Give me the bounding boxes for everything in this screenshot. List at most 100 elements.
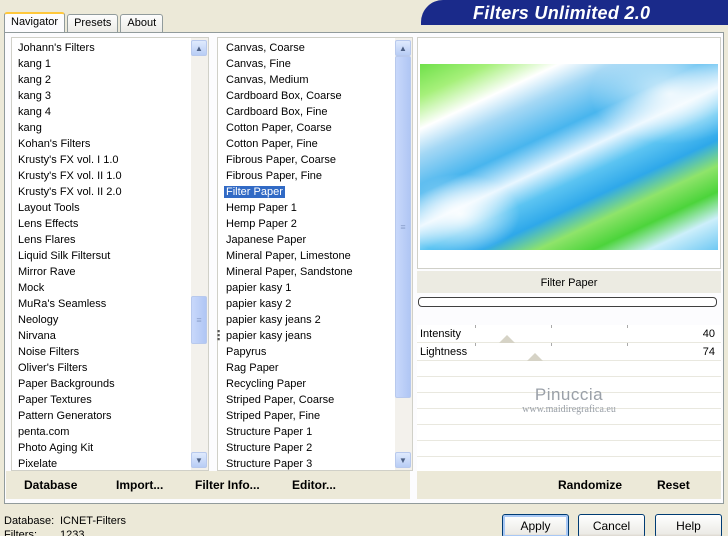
filter-item-label: Recycling Paper [226,378,307,390]
category-list-item[interactable]: Krusty's FX vol. II 2.0 [16,184,122,200]
category-item-label: Noise Filters [18,346,80,358]
filter-list-item[interactable]: Filter Paper [224,184,353,200]
category-item-label: Pattern Generators [18,410,112,422]
category-list-item[interactable]: Oliver's Filters [16,360,122,376]
filter-list-item[interactable]: papier kasy jeans [224,328,353,344]
tab-presets[interactable]: Presets [67,14,119,32]
category-list-item[interactable]: MuRa's Seamless [16,296,122,312]
category-item-label: Paper Textures [18,394,92,406]
filter-list-item[interactable]: Cardboard Box, Coarse [224,88,353,104]
category-list-item[interactable]: Lens Effects [16,216,122,232]
filter-list-item[interactable]: Fibrous Paper, Fine [224,168,353,184]
filter-list-item[interactable]: Cardboard Box, Fine [224,104,353,120]
preview-frame [417,37,721,269]
category-list-item[interactable]: kang 3 [16,88,122,104]
scroll-up-arrow-icon[interactable]: ▲ [191,40,207,56]
filter-list-item[interactable]: papier kasy 2 [224,296,353,312]
slider-intensity[interactable]: Intensity 40 [417,325,721,343]
category-list-item[interactable]: Pixelate [16,456,122,470]
category-scrollbar[interactable]: ▲ ≡ ▼ [191,38,208,470]
category-list-item[interactable]: kang 4 [16,104,122,120]
editor-link[interactable]: Editor... [292,478,336,492]
category-item-label: Photo Aging Kit [18,442,94,454]
filter-item-label: papier kasy 2 [226,298,292,310]
category-list-item[interactable]: Paper Backgrounds [16,376,122,392]
category-list-item[interactable]: Lens Flares [16,232,122,248]
randomize-link[interactable]: Randomize [558,478,622,492]
category-list-item[interactable]: Layout Tools [16,200,122,216]
tab-about[interactable]: About [120,14,164,32]
database-link[interactable]: Database [24,478,77,492]
category-list-item[interactable]: Pattern Generators [16,408,122,424]
category-list-item[interactable]: Noise Filters [16,344,122,360]
scroll-down-arrow-icon[interactable]: ▼ [395,452,411,468]
category-list-item[interactable]: kang 2 [16,72,122,88]
slider-lightness[interactable]: Lightness 74 [417,343,721,361]
category-item-label: penta.com [18,426,70,438]
apply-button[interactable]: Apply [502,514,569,536]
scroll-up-arrow-icon[interactable]: ▲ [395,40,411,56]
category-item-label: Krusty's FX vol. I 1.0 [18,154,119,166]
category-list-item[interactable]: kang 1 [16,56,122,72]
filter-list-item[interactable]: Hemp Paper 1 [224,200,353,216]
filter-list-item[interactable]: Structure Paper 3 [224,456,353,470]
category-list-item[interactable]: Paper Textures [16,392,122,408]
category-list-item[interactable]: Johann's Filters [16,40,122,56]
filter-scrollbar[interactable]: ▲ ≡ ▼ [395,38,412,470]
category-list-item[interactable]: Krusty's FX vol. I 1.0 [16,152,122,168]
scroll-down-arrow-icon[interactable]: ▼ [191,452,207,468]
filter-list-item[interactable]: Japanese Paper [224,232,353,248]
category-list[interactable]: Johann's Filters kang 1 kang 2 kang 3 kang 4… [11,37,209,471]
category-item-label: Paper Backgrounds [18,378,115,390]
slider-thumb[interactable] [526,353,543,361]
filter-list-item[interactable]: Recycling Paper [224,376,353,392]
slider-ticks [475,343,681,346]
category-list-item[interactable]: Liquid Silk Filtersut [16,248,122,264]
category-list-item[interactable]: Mock [16,280,122,296]
preview-image[interactable] [420,64,718,250]
filter-item-label: Hemp Paper 2 [226,218,297,230]
watermark-url: www.maidiregrafica.eu [522,404,616,415]
filter-list-item[interactable]: Structure Paper 1 [224,424,353,440]
filter-list-item[interactable]: papier kasy jeans 2 [224,312,353,328]
filter-list-item[interactable]: Cotton Paper, Coarse [224,120,353,136]
drag-handle-icon[interactable]: ▪ ▪ ▪ [217,327,222,344]
scroll-thumb[interactable]: ≡ [191,296,207,344]
category-list-item[interactable]: Krusty's FX vol. II 1.0 [16,168,122,184]
progress-bar [418,297,717,307]
category-item-label: Kohan's Filters [18,138,91,150]
filter-list-item[interactable]: Hemp Paper 2 [224,216,353,232]
slider-thumb[interactable] [499,335,516,343]
category-list-item[interactable]: penta.com [16,424,122,440]
help-button[interactable]: Help [655,514,722,536]
import-link[interactable]: Import... [116,478,163,492]
filter-list-item[interactable]: Mineral Paper, Sandstone [224,264,353,280]
filter-list-item[interactable]: Papyrus [224,344,353,360]
filter-list-item[interactable]: Structure Paper 2 [224,440,353,456]
filter-info-link[interactable]: Filter Info... [195,478,260,492]
category-item-label: Layout Tools [18,202,80,214]
reset-link[interactable]: Reset [657,478,690,492]
filter-list-item[interactable]: Rag Paper [224,360,353,376]
filter-list[interactable]: Canvas, Coarse Canvas, Fine Canvas, Medium… [217,37,413,471]
filter-item-label: Papyrus [226,346,267,358]
filter-list-item[interactable]: Striped Paper, Fine [224,408,353,424]
filter-list-item[interactable]: Mineral Paper, Limestone [224,248,353,264]
filter-list-item[interactable]: papier kasy 1 [224,280,353,296]
category-list-item[interactable]: Kohan's Filters [16,136,122,152]
category-item-label: kang 3 [18,90,52,102]
category-list-item[interactable]: Mirror Rave [16,264,122,280]
category-list-item[interactable]: kang [16,120,122,136]
filter-list-item[interactable]: Canvas, Fine [224,56,353,72]
filter-list-item[interactable]: Striped Paper, Coarse [224,392,353,408]
category-list-item[interactable]: Photo Aging Kit [16,440,122,456]
filter-list-item[interactable]: Fibrous Paper, Coarse [224,152,353,168]
filter-list-item[interactable]: Canvas, Medium [224,72,353,88]
cancel-button[interactable]: Cancel [578,514,645,536]
filter-list-item[interactable]: Canvas, Coarse [224,40,353,56]
filter-list-item[interactable]: Cotton Paper, Fine [224,136,353,152]
scroll-thumb[interactable]: ≡ [395,56,411,398]
tab-navigator[interactable]: Navigator [4,12,66,33]
category-list-item[interactable]: Nirvana [16,328,122,344]
category-list-item[interactable]: Neology [16,312,122,328]
